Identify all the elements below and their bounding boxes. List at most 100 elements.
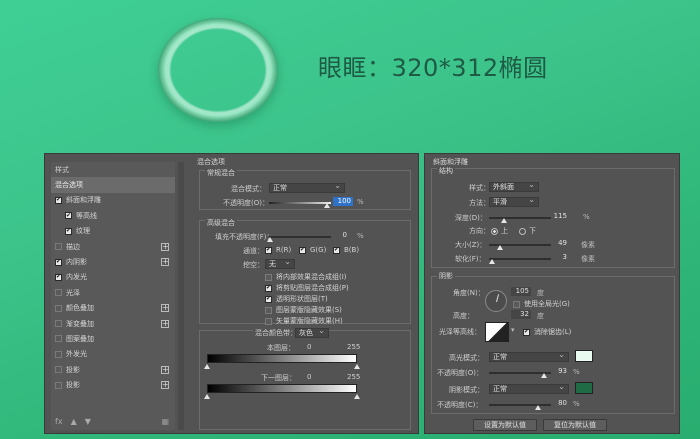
style-item[interactable]: ✔ 等高线 bbox=[51, 208, 175, 223]
checkbox-icon[interactable] bbox=[55, 243, 62, 251]
checkbox-icon[interactable]: ✔ bbox=[55, 273, 62, 281]
size-input[interactable]: 49 bbox=[549, 239, 569, 248]
underlying-gradient[interactable] bbox=[207, 384, 357, 393]
advanced-option[interactable]: ✔ 透明形状图层(T) bbox=[265, 294, 328, 304]
checkbox-icon[interactable]: ✔ bbox=[523, 328, 530, 336]
shadow-color-swatch[interactable] bbox=[575, 382, 593, 394]
channel-g[interactable]: ✔ G(G) bbox=[299, 246, 326, 254]
plus-icon[interactable]: + bbox=[161, 319, 169, 328]
opacity-slider-thumb[interactable] bbox=[324, 203, 330, 208]
style-item[interactable]: ✔ 纹理 bbox=[51, 224, 175, 239]
fill-opacity-thumb[interactable] bbox=[267, 237, 273, 242]
this-layer-left-thumb[interactable] bbox=[204, 364, 210, 369]
checkbox-icon[interactable] bbox=[265, 273, 272, 281]
checkbox-icon[interactable]: ✔ bbox=[265, 246, 272, 254]
style-item[interactable]: 图案叠加 bbox=[51, 331, 175, 346]
shadow-opacity-thumb[interactable] bbox=[535, 405, 541, 410]
shadow-opacity-input[interactable]: 80 bbox=[549, 399, 569, 408]
make-default-button[interactable]: 设置为默认值 bbox=[473, 419, 537, 431]
checkbox-icon[interactable] bbox=[55, 289, 62, 297]
style-item[interactable]: 颜色叠加 + bbox=[51, 301, 175, 316]
move-down-icon[interactable]: ▼ bbox=[85, 417, 91, 426]
depth-slider[interactable] bbox=[489, 217, 551, 219]
soften-slider[interactable] bbox=[489, 258, 551, 260]
style-item[interactable]: ✔ 内阴影 + bbox=[51, 254, 175, 269]
channel-r[interactable]: ✔ R(R) bbox=[265, 246, 291, 254]
this-layer-right-thumb[interactable] bbox=[354, 364, 360, 369]
highlight-mode-select[interactable]: 正常 bbox=[489, 351, 569, 362]
checkbox-icon[interactable]: ✔ bbox=[333, 246, 340, 254]
highlight-opacity-input[interactable]: 93 bbox=[549, 367, 569, 376]
channel-b[interactable]: ✔ B(B) bbox=[333, 246, 359, 254]
checkbox-icon[interactable]: ✔ bbox=[55, 258, 62, 266]
checkbox-icon[interactable] bbox=[55, 350, 62, 358]
checkbox-icon[interactable] bbox=[55, 335, 62, 343]
checkbox-icon[interactable]: ✔ bbox=[65, 227, 72, 235]
style-item[interactable]: 混合选项 bbox=[51, 177, 175, 193]
underlying-right-thumb[interactable] bbox=[354, 394, 360, 399]
style-select[interactable]: 外斜面 bbox=[489, 181, 539, 192]
plus-icon[interactable]: + bbox=[161, 381, 169, 390]
style-item[interactable]: 外发光 bbox=[51, 347, 175, 362]
plus-icon[interactable]: + bbox=[161, 365, 169, 374]
checkbox-icon[interactable]: ✔ bbox=[55, 196, 62, 204]
style-item[interactable]: 描边 + bbox=[51, 239, 175, 254]
trash-icon[interactable]: ▦ bbox=[161, 417, 169, 426]
checkbox-icon[interactable] bbox=[513, 300, 520, 308]
style-item[interactable]: 渐变叠加 + bbox=[51, 316, 175, 331]
checkbox-icon[interactable] bbox=[55, 304, 62, 312]
soften-thumb[interactable] bbox=[489, 259, 495, 264]
checkbox-icon[interactable] bbox=[55, 366, 62, 374]
advanced-option[interactable]: 将内部效果混合成组(I) bbox=[265, 272, 347, 282]
checkbox-icon[interactable]: ✔ bbox=[265, 284, 272, 292]
global-light-checkbox[interactable]: 使用全局光(G) bbox=[513, 299, 570, 309]
antialias-checkbox[interactable]: ✔ 消除锯齿(L) bbox=[523, 327, 571, 337]
soften-input[interactable]: 3 bbox=[549, 253, 569, 262]
direction-up[interactable]: 上 bbox=[491, 226, 508, 236]
depth-input[interactable]: 115 bbox=[549, 212, 569, 221]
opacity-slider[interactable] bbox=[269, 202, 331, 204]
style-item[interactable]: 投影 + bbox=[51, 377, 175, 392]
chevron-down-icon[interactable]: ▾ bbox=[511, 326, 515, 334]
this-layer-gradient[interactable] bbox=[207, 354, 357, 363]
checkbox-icon[interactable] bbox=[265, 306, 272, 314]
angle-input[interactable]: 105 bbox=[511, 287, 531, 296]
style-item[interactable]: 光泽 bbox=[51, 285, 175, 300]
highlight-color-swatch[interactable] bbox=[575, 350, 593, 362]
advanced-option[interactable]: 矢量蒙版隐藏效果(H) bbox=[265, 316, 343, 326]
advanced-option[interactable]: ✔ 将剪贴图层混合成组(P) bbox=[265, 283, 349, 293]
angle-dial[interactable] bbox=[485, 290, 507, 312]
checkbox-icon[interactable]: ✔ bbox=[299, 246, 306, 254]
blend-if-select[interactable]: 灰色 bbox=[295, 327, 329, 338]
advanced-option[interactable]: 图层蒙版隐藏效果(S) bbox=[265, 305, 342, 315]
direction-down[interactable]: 下 bbox=[519, 226, 536, 236]
reset-default-button[interactable]: 复位为默认值 bbox=[543, 419, 607, 431]
depth-thumb[interactable] bbox=[501, 218, 507, 223]
size-thumb[interactable] bbox=[497, 245, 503, 250]
gloss-contour-picker[interactable] bbox=[485, 322, 509, 342]
style-item[interactable]: ✔ 内发光 bbox=[51, 270, 175, 285]
blend-mode-select[interactable]: 正常 bbox=[269, 182, 345, 193]
plus-icon[interactable]: + bbox=[161, 242, 169, 251]
underlying-left-thumb[interactable] bbox=[204, 394, 210, 399]
style-list-scrollbar[interactable] bbox=[178, 162, 184, 430]
fill-opacity-input[interactable]: 0 bbox=[329, 231, 349, 240]
technique-select[interactable]: 平滑 bbox=[489, 196, 539, 207]
shadow-opacity-slider[interactable] bbox=[489, 404, 551, 406]
checkbox-icon[interactable]: ✔ bbox=[65, 212, 72, 220]
move-up-icon[interactable]: ▲ bbox=[71, 417, 77, 426]
altitude-input[interactable]: 32 bbox=[511, 310, 531, 319]
highlight-opacity-thumb[interactable] bbox=[541, 373, 547, 378]
radio-selected-icon[interactable] bbox=[491, 227, 498, 235]
style-item[interactable]: ✔ 斜面和浮雕 bbox=[51, 193, 175, 208]
checkbox-icon[interactable] bbox=[55, 381, 62, 389]
style-item[interactable]: 投影 + bbox=[51, 362, 175, 377]
plus-icon[interactable]: + bbox=[161, 304, 169, 313]
opacity-input[interactable]: 100 bbox=[333, 197, 353, 206]
knockout-select[interactable]: 无 bbox=[265, 258, 295, 269]
checkbox-icon[interactable] bbox=[265, 317, 272, 325]
fx-button[interactable]: fx bbox=[55, 417, 63, 426]
fill-opacity-slider[interactable] bbox=[269, 236, 331, 238]
radio-icon[interactable] bbox=[519, 227, 526, 235]
plus-icon[interactable]: + bbox=[161, 258, 169, 267]
